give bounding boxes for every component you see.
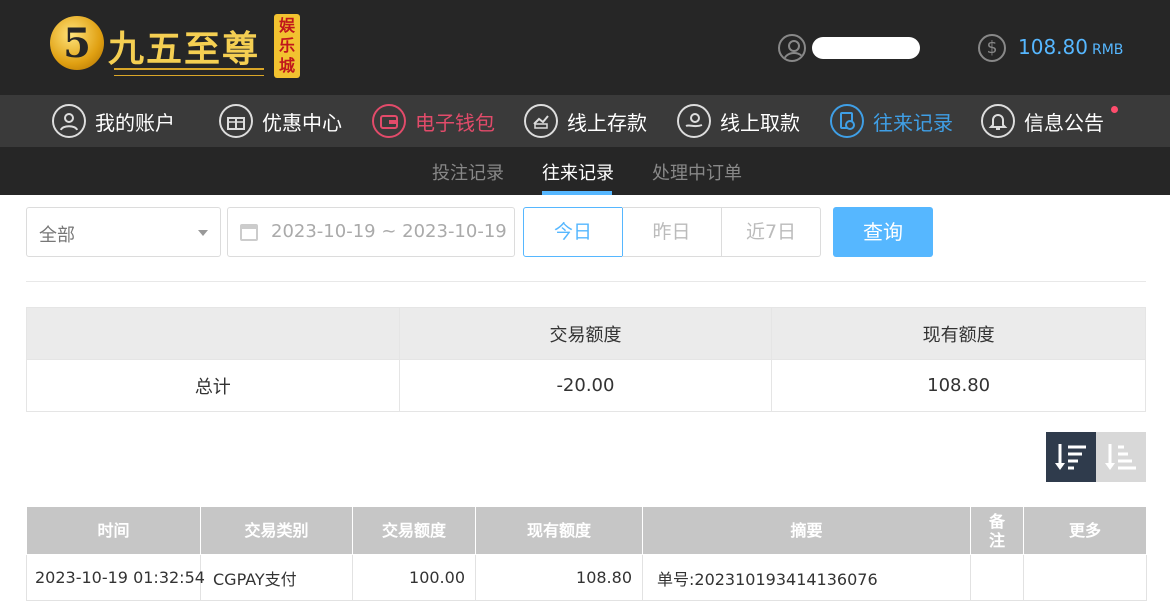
tab-bet-records[interactable]: 投注记录 (432, 159, 504, 185)
nav-label: 往来记录 (873, 110, 953, 135)
active-tab-indicator (542, 191, 612, 195)
section-divider (26, 281, 1146, 282)
col-header-amount[interactable]: 交易额度 (352, 506, 476, 555)
records-table: 时间 交易类别 交易额度 现有额度 摘要 备注 更多 2023-10-19 01… (26, 506, 1147, 601)
cell-summary: 单号:202310193414136076 (642, 554, 971, 601)
sort-descending-button[interactable] (1046, 432, 1096, 482)
date-range-value: 2023-10-19 ~ 2023-10-19 (271, 221, 507, 242)
col-header-time[interactable]: 时间 (26, 506, 201, 555)
calendar-icon (240, 224, 258, 241)
withdraw-icon (677, 104, 711, 138)
col-header-balance[interactable]: 现有额度 (475, 506, 643, 555)
range-7days-button[interactable]: 近7日 (721, 207, 821, 257)
cell-more[interactable] (1023, 554, 1147, 601)
balance-amount: 108.80 (1018, 35, 1088, 59)
top-header: 5 九五至尊 娱乐城 chang9210 $ 108.80RMB (0, 0, 1170, 95)
logo-badge-text: 娱乐城 (279, 16, 296, 75)
balance-value: 108.80 RMB (1018, 35, 1123, 59)
sort-ascending-icon (1105, 444, 1136, 470)
logo-name: 九五至尊 (108, 28, 261, 70)
records-header-row: 时间 交易类别 交易额度 现有额度 摘要 备注 更多 (26, 506, 1147, 555)
tab-transaction-records[interactable]: 往来记录 (542, 159, 614, 185)
bell-icon (981, 104, 1015, 138)
cell-type: CGPAY支付 (200, 554, 353, 601)
sort-descending-icon (1055, 444, 1086, 470)
col-header-remark[interactable]: 备注 (970, 506, 1024, 555)
nav-item-online-deposit[interactable]: 线上存款 (524, 95, 647, 147)
range-yesterday-button[interactable]: 昨日 (622, 207, 722, 257)
chevron-down-icon (198, 230, 208, 236)
summary-header-current: 现有额度 (771, 307, 1146, 360)
deposit-icon (524, 104, 558, 138)
col-header-remark-text: 备注 (988, 511, 1005, 550)
nav-label: 信息公告 (1024, 110, 1104, 135)
nav-item-transaction-records[interactable]: 往来记录 (830, 95, 953, 147)
nav-label: 线上存款 (567, 110, 647, 135)
nav-label: 优惠中心 (262, 110, 342, 135)
query-button[interactable]: 查询 (833, 207, 933, 257)
site-logo[interactable]: 5 九五至尊 娱乐城 (50, 14, 300, 80)
records-icon (830, 104, 864, 138)
logo-emblem: 5 (50, 16, 104, 70)
nav-item-e-wallet[interactable]: 电子钱包 (372, 95, 495, 147)
tab-pending-orders[interactable]: 处理中订单 (652, 159, 742, 185)
user-icon (52, 104, 86, 138)
nav-item-promotions[interactable]: 优惠中心 (219, 95, 342, 147)
col-header-summary[interactable]: 摘要 (642, 506, 971, 555)
nav-label: 我的账户 (95, 110, 175, 135)
col-header-type[interactable]: 交易类别 (200, 506, 353, 555)
transaction-type-select[interactable]: 全部 (26, 207, 221, 257)
col-header-more[interactable]: 更多 (1023, 506, 1147, 555)
summary-total-row: 总计 -20.00 108.80 (26, 359, 1146, 412)
select-value: 全部 (39, 225, 75, 246)
nav-label: 电子钱包 (415, 110, 495, 135)
table-row[interactable]: 2023-10-19 01:32:54 CGPAY支付 100.00 108.8… (26, 554, 1147, 601)
summary-header-empty (26, 307, 400, 360)
summary-trade-amount: -20.00 (398, 359, 773, 412)
sub-nav: 投注记录 往来记录 处理中订单 (0, 147, 1170, 195)
main-nav: 我的账户 优惠中心 电子钱包 线上存款 线上取款 往来记录 信息公告 (0, 95, 1170, 147)
balance-currency: RMB (1091, 42, 1124, 58)
logo-numeral: 5 (63, 20, 91, 67)
logo-badge: 娱乐城 (274, 14, 300, 78)
username-redaction (812, 37, 920, 59)
range-today-button[interactable]: 今日 (523, 207, 623, 257)
user-avatar-icon (778, 34, 806, 62)
cell-time: 2023-10-19 01:32:54 (26, 554, 205, 601)
wallet-icon (372, 104, 406, 138)
cell-remark (970, 554, 1024, 601)
nav-item-online-withdraw[interactable]: 线上取款 (677, 95, 800, 147)
cell-amount: 100.00 (352, 554, 476, 601)
nav-item-my-account[interactable]: 我的账户 (52, 95, 175, 147)
gift-icon (219, 104, 253, 138)
nav-item-announcements[interactable]: 信息公告 (981, 95, 1118, 147)
date-range-input[interactable]: 2023-10-19 ~ 2023-10-19 (227, 207, 515, 257)
summary-header-row: 交易额度 现有额度 (26, 307, 1146, 360)
dollar-icon: $ (978, 34, 1006, 62)
sort-ascending-button[interactable] (1096, 432, 1146, 482)
cell-balance: 108.80 (475, 554, 643, 601)
summary-table: 交易额度 现有额度 总计 -20.00 108.80 (26, 307, 1146, 412)
notification-dot (1111, 106, 1118, 113)
summary-current-amount: 108.80 (771, 359, 1146, 412)
summary-total-label: 总计 (26, 359, 400, 412)
logo-ornament (114, 68, 264, 76)
summary-header-trade: 交易额度 (398, 307, 773, 360)
nav-label: 线上取款 (720, 110, 800, 135)
